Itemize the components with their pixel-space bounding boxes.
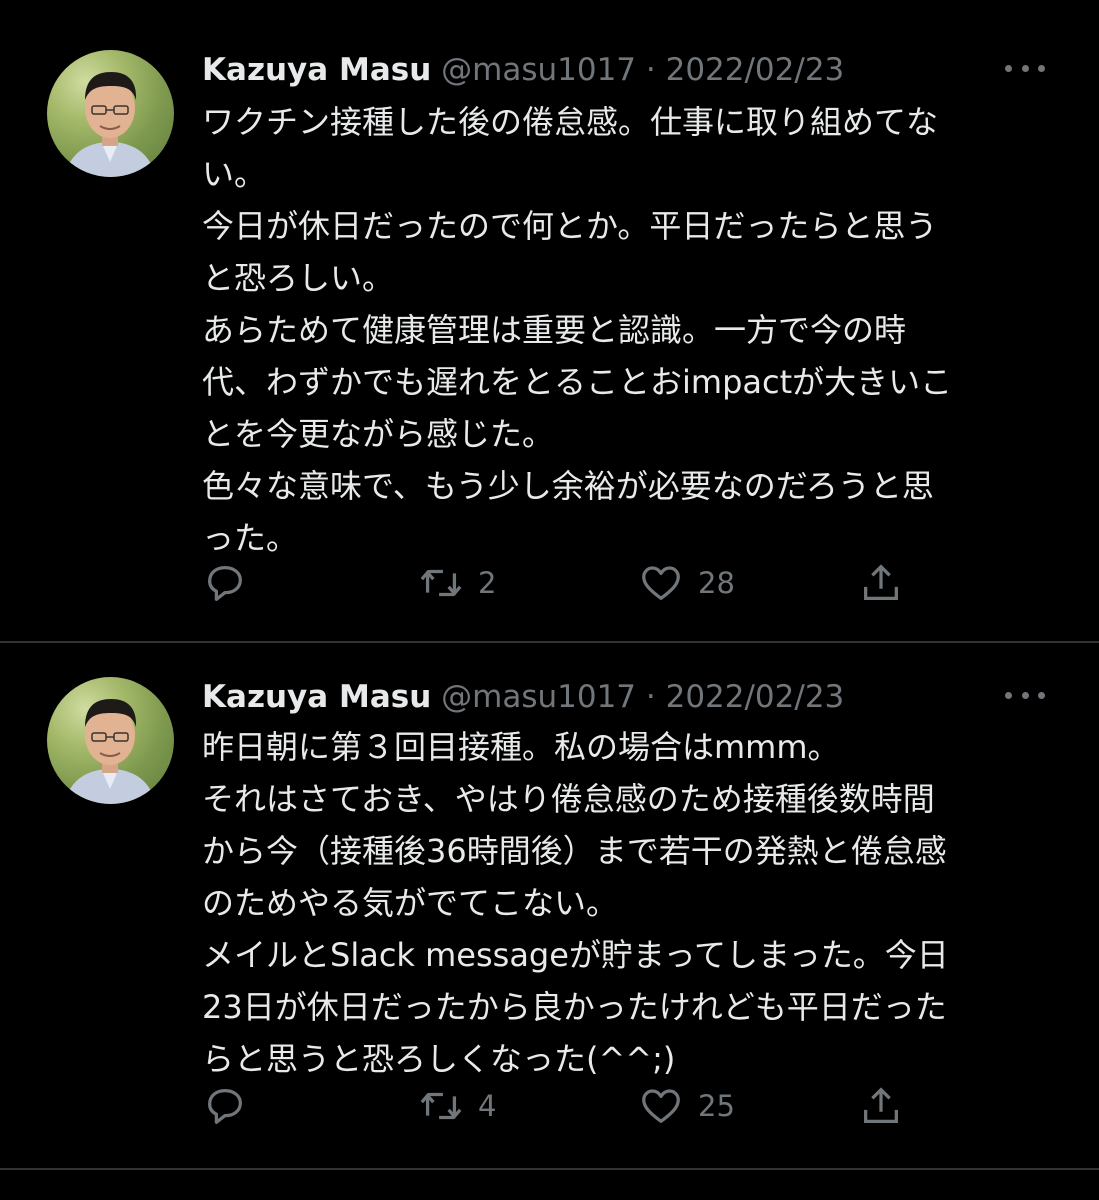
tweet-text: 昨日朝に第３回目接種。私の場合はmmm。 それはさておき、やはり倦怠感のため接種…: [202, 721, 1062, 1085]
tweet-text-line: から今（接種後36時間後）まで若干の発熱と倦怠感: [202, 832, 947, 870]
tweet-actions: 2 28: [202, 555, 922, 611]
tweet-divider: [0, 641, 1099, 643]
tweet[interactable]: Kazuya Masu @masu1017 · 2022/02/23 昨日朝に第…: [0, 645, 1099, 1170]
tweet-text-line: 色々な意味で、もう少し余裕が必要なのだろうと思: [202, 467, 934, 505]
tweet-actions: 4 25: [202, 1078, 922, 1134]
tweet-text-line: と恐ろしい。: [202, 259, 395, 297]
tweet-text-line: メイルとSlack messageが貯まってしまった。今日: [202, 936, 949, 974]
tweet-divider: [0, 1168, 1099, 1170]
retweet-button[interactable]: 2: [418, 555, 496, 611]
retweet-icon: [420, 1092, 462, 1120]
tweet-date[interactable]: 2022/02/23: [666, 52, 845, 88]
avatar[interactable]: [47, 677, 174, 804]
separator-dot: ·: [645, 679, 656, 715]
author-handle[interactable]: @masu1017: [441, 679, 636, 715]
author-name[interactable]: Kazuya Masu: [202, 52, 431, 88]
separator-dot: ·: [645, 52, 656, 88]
reply-button[interactable]: [202, 1078, 262, 1134]
retweet-icon: [420, 569, 462, 597]
heart-icon: [642, 566, 680, 600]
retweet-count: 4: [478, 1089, 497, 1123]
tweet-text-line: あらためて健康管理は重要と認識。一方で今の時: [202, 311, 907, 349]
share-button[interactable]: [858, 1078, 904, 1134]
tweet-text: ワクチン接種した後の倦怠感。仕事に取り組めてな い。 今日が休日だったので何とか…: [202, 96, 1062, 564]
avatar-photo: [65, 72, 155, 177]
tweet-date[interactable]: 2022/02/23: [666, 679, 845, 715]
tweet-text-line: 昨日朝に第３回目接種。私の場合はmmm。: [202, 728, 840, 766]
reply-icon: [208, 1089, 242, 1124]
retweet-count: 2: [478, 566, 497, 600]
tweet[interactable]: Kazuya Masu @masu1017 · 2022/02/23 ワクチン接…: [0, 0, 1099, 640]
like-button[interactable]: 25: [638, 1078, 735, 1134]
tweet-text-line: い。: [202, 155, 267, 193]
tweet-text-line: 今日が休日だったので何とか。平日だったらと思う: [202, 207, 938, 245]
like-count: 28: [698, 566, 735, 600]
tweet-text-line: 代、わずかでも遅れをとることおimpactが大きいこ: [202, 363, 953, 401]
share-button[interactable]: [858, 555, 904, 611]
share-icon: [864, 1087, 898, 1123]
avatar[interactable]: [47, 50, 174, 177]
more-horizontal-icon[interactable]: [1005, 56, 1045, 80]
more-horizontal-icon[interactable]: [1005, 683, 1045, 707]
reply-icon: [208, 566, 242, 601]
tweet-text-line: とを今更ながら感じた。: [202, 415, 555, 453]
author-handle[interactable]: @masu1017: [441, 52, 636, 88]
tweet-header: Kazuya Masu @masu1017 · 2022/02/23: [202, 48, 1059, 92]
tweet-text-line: のためやる気がでてこない。: [202, 884, 619, 922]
heart-icon: [642, 1089, 680, 1123]
share-icon: [864, 564, 898, 600]
tweet-text-line: 23日が休日だったから良かったけれども平日だった: [202, 988, 947, 1026]
like-count: 25: [698, 1089, 735, 1123]
avatar-photo: [65, 699, 155, 804]
tweet-text-line: ワクチン接種した後の倦怠感。仕事に取り組めてな: [202, 103, 939, 141]
reply-button[interactable]: [202, 555, 262, 611]
tweet-text-line: それはさておき、やはり倦怠感のため接種後数時間: [202, 780, 935, 818]
retweet-button[interactable]: 4: [418, 1078, 496, 1134]
like-button[interactable]: 28: [638, 555, 735, 611]
tweet-header: Kazuya Masu @masu1017 · 2022/02/23: [202, 675, 1059, 719]
author-name[interactable]: Kazuya Masu: [202, 679, 431, 715]
